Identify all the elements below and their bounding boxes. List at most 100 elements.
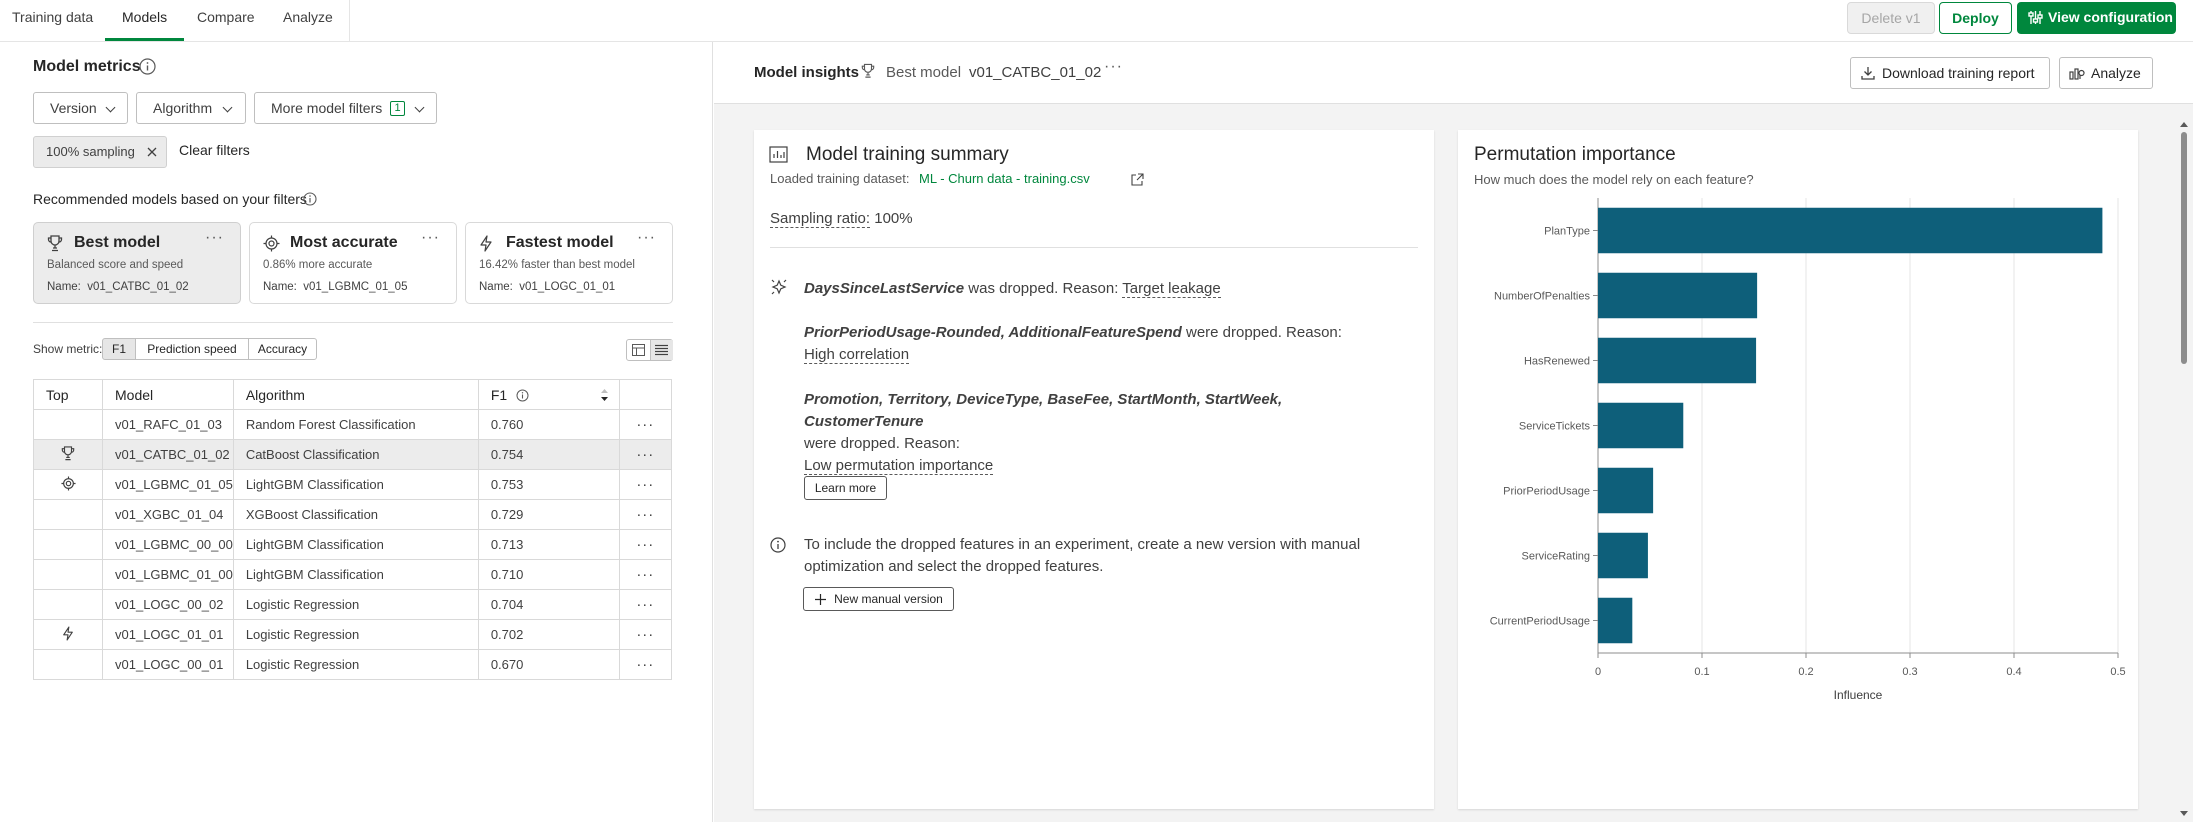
clear-filters-button[interactable]: Clear filters — [179, 142, 250, 158]
table-row[interactable]: v01_CATBC_01_02 CatBoost Classification 0.… — [33, 439, 672, 470]
recommended-title: Recommended models based on your filters — [33, 191, 307, 207]
model-cell: v01_LOGC_00_01 — [102, 649, 234, 680]
algorithm-dropdown[interactable]: Algorithm — [136, 92, 246, 124]
row-actions-icon[interactable]: ··· — [618, 529, 672, 560]
dropped-features-info: To include the dropped features in an ex… — [804, 536, 1361, 575]
more-options-icon[interactable]: ··· — [421, 229, 440, 247]
algorithm-cell: Logistic Regression — [232, 589, 479, 620]
dropped-high-correlation: PriorPeriodUsage-Rounded, AdditionalFeat… — [804, 324, 1342, 364]
tab-compare[interactable]: Compare — [197, 0, 255, 41]
sort-icon[interactable] — [600, 388, 609, 402]
close-icon[interactable] — [147, 147, 157, 157]
analyze-chart-icon — [2069, 68, 2085, 80]
most-accurate-card[interactable]: Most accurate ··· 0.86% more accurate Na… — [249, 222, 457, 304]
divider — [33, 322, 673, 323]
algorithm-cell: Random Forest Classification — [232, 409, 479, 440]
best-model-card[interactable]: Best model ··· Balanced score and speed … — [33, 222, 241, 304]
more-options-icon[interactable]: ··· — [637, 229, 656, 247]
scroll-down-icon[interactable] — [2179, 810, 2189, 818]
model-metrics-panel: Model metrics Version Algorithm More mod… — [0, 42, 713, 822]
table-row[interactable]: v01_XGBC_01_04 XGBoost Classification 0.72… — [33, 499, 672, 530]
bar — [1598, 597, 1633, 644]
y-tick-label: PriorPeriodUsage — [1503, 486, 1590, 498]
more-model-filters-dropdown[interactable]: More model filters 1 — [254, 92, 437, 124]
dataset-link[interactable]: ML - Churn data - training.csv — [919, 171, 1090, 186]
row-actions-icon[interactable]: ··· — [618, 409, 672, 440]
table-row[interactable]: v01_RAFC_01_03 Random Forest Classificati… — [33, 409, 672, 440]
version-dropdown[interactable]: Version — [33, 92, 128, 124]
top-cell — [33, 529, 103, 560]
f1-cell: 0.704 — [477, 589, 620, 620]
algorithm-cell: Logistic Regression — [232, 649, 479, 680]
tab-models[interactable]: Models — [105, 0, 185, 41]
bar — [1598, 532, 1648, 579]
metric-option-f1[interactable]: F1 — [102, 338, 136, 360]
table-row[interactable]: v01_LOGC_00_02 Logistic Regression 0.704 ··… — [33, 589, 672, 620]
column-header-algorithm[interactable]: Algorithm — [232, 379, 479, 410]
algorithm-cell: LightGBM Classification — [232, 469, 479, 500]
column-header-top: Top — [33, 379, 103, 410]
row-actions-icon[interactable]: ··· — [618, 439, 672, 470]
sampling-filter-chip: 100% sampling — [33, 136, 167, 168]
tab-analyze[interactable]: Analyze — [283, 0, 333, 41]
deploy-button[interactable]: Deploy — [1939, 2, 2012, 34]
bar — [1598, 207, 2103, 254]
column-header-f1[interactable]: F1 — [477, 379, 620, 410]
tab-divider — [349, 0, 350, 41]
model-cell: v01_LGBMC_01_00 — [102, 559, 234, 590]
chart-subtitle: How much does the model rely on each fea… — [1474, 172, 1754, 187]
chevron-down-icon — [105, 102, 116, 113]
bar — [1598, 402, 1684, 449]
scrollbar-thumb[interactable] — [2181, 132, 2187, 364]
y-tick-label: NumberOfPenalties — [1494, 291, 1590, 303]
model-insights-title: Model insights — [754, 64, 859, 81]
fastest-model-card[interactable]: Fastest model ··· 16.42% faster than bes… — [465, 222, 673, 304]
info-icon[interactable] — [516, 389, 529, 402]
table-row[interactable]: v01_LGBMC_00_00 LightGBM Classification 0.… — [33, 529, 672, 560]
sampling-ratio: Sampling ratio: 100% — [770, 210, 913, 228]
chart-title: Permutation importance — [1474, 144, 1676, 165]
analyze-button[interactable]: Analyze — [2059, 57, 2153, 89]
download-training-report-button[interactable]: Download training report — [1850, 57, 2050, 89]
row-actions-icon[interactable]: ··· — [618, 649, 672, 680]
bar — [1598, 467, 1654, 514]
table-row[interactable]: v01_LGBMC_01_05 LightGBM Classification 0.… — [33, 469, 672, 500]
row-actions-icon[interactable]: ··· — [618, 559, 672, 590]
learn-more-button[interactable]: Learn more — [804, 476, 887, 500]
tab-training-data[interactable]: Training data — [12, 0, 93, 41]
scrollbar[interactable] — [2179, 120, 2189, 822]
f1-cell: 0.713 — [477, 529, 620, 560]
row-actions-icon[interactable]: ··· — [618, 619, 672, 650]
grid-view-icon[interactable] — [632, 344, 645, 356]
algorithm-cell: CatBoost Classification — [232, 439, 479, 470]
row-actions-icon[interactable]: ··· — [618, 589, 672, 620]
info-icon[interactable] — [303, 192, 317, 206]
table-row[interactable]: v01_LGBMC_01_00 LightGBM Classification 0.… — [33, 559, 672, 590]
metric-option-accuracy[interactable]: Accuracy — [248, 338, 317, 360]
info-icon[interactable] — [139, 58, 156, 75]
chevron-down-icon — [414, 102, 425, 113]
metric-option-prediction-speed[interactable]: Prediction speed — [135, 338, 249, 360]
list-view-icon[interactable] — [655, 344, 668, 356]
permutation-importance-chart: 0 0.1 0.2 0.3 0.4 0.5 PlanType NumberOfPenaltie… — [1490, 198, 2126, 702]
f1-cell: 0.754 — [477, 439, 620, 470]
new-manual-version-button[interactable]: New manual version — [803, 587, 954, 611]
delete-version-button[interactable]: Delete v1 — [1847, 2, 1935, 34]
table-row[interactable]: v01_LOGC_01_01 Logistic Regression 0.702 ··… — [33, 619, 672, 650]
column-header-model[interactable]: Model — [102, 379, 234, 410]
permutation-importance-card: Permutation importance How much does the… — [1458, 130, 2138, 809]
top-cell — [33, 649, 103, 680]
row-actions-icon[interactable]: ··· — [618, 469, 672, 500]
target-icon — [60, 475, 76, 491]
y-tick-label: PlanType — [1544, 226, 1590, 238]
view-configuration-button[interactable]: View configuration — [2017, 2, 2176, 34]
table-row[interactable]: v01_LOGC_00_01 Logistic Regression 0.670 ··… — [33, 649, 672, 680]
scroll-up-icon[interactable] — [2179, 120, 2189, 128]
info-icon — [770, 537, 786, 553]
top-cell — [33, 499, 103, 530]
more-options-icon[interactable]: ··· — [1104, 58, 1123, 76]
download-icon — [1861, 67, 1875, 80]
external-link-icon[interactable] — [1131, 173, 1144, 186]
more-options-icon[interactable]: ··· — [205, 229, 224, 247]
row-actions-icon[interactable]: ··· — [618, 499, 672, 530]
